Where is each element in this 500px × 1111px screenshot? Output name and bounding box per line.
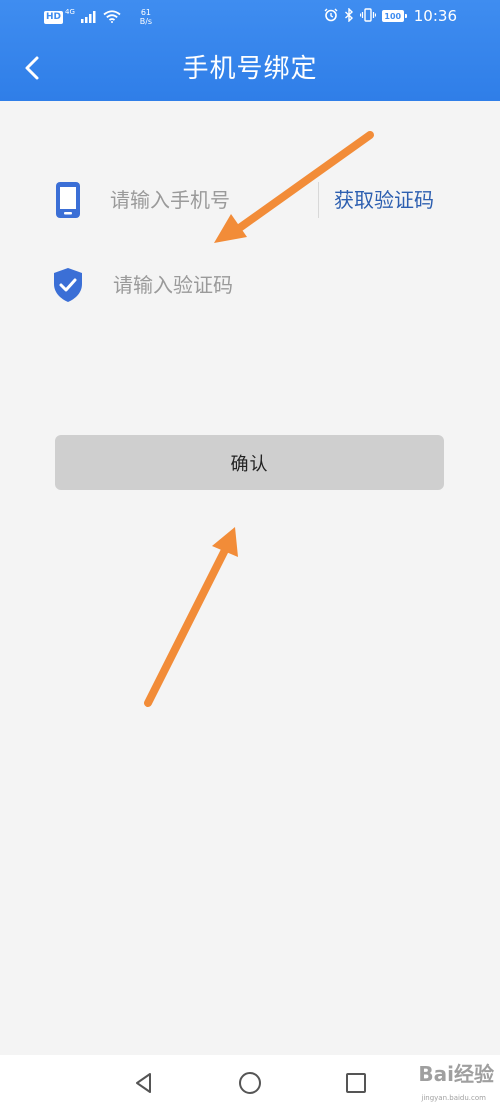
battery-icon: 100 bbox=[381, 10, 407, 22]
back-triangle-icon bbox=[136, 1073, 151, 1093]
status-left: HD 4G 61 B/s bbox=[44, 8, 157, 26]
annotation-arrows bbox=[144, 131, 374, 707]
signal-icon bbox=[80, 8, 97, 27]
network-type: 4G bbox=[65, 8, 75, 16]
field-divider bbox=[318, 182, 319, 218]
status-right: 100 10:36 bbox=[324, 6, 457, 26]
status-bar: HD 4G 61 B/s 100 10:36 bbox=[0, 0, 500, 34]
code-row bbox=[0, 255, 500, 315]
phone-icon bbox=[50, 178, 86, 222]
system-home-button[interactable] bbox=[230, 1063, 270, 1103]
watermark-logo-text: Bai经验 bbox=[418, 1062, 494, 1086]
get-code-button[interactable]: 获取验证码 bbox=[334, 178, 434, 222]
hd-badge: HD bbox=[44, 10, 64, 24]
shield-check-icon bbox=[50, 263, 86, 307]
status-time: 10:36 bbox=[413, 7, 457, 25]
code-input[interactable] bbox=[113, 263, 413, 307]
recent-square-icon bbox=[346, 1073, 366, 1093]
page-title: 手机号绑定 bbox=[182, 54, 318, 84]
wifi-icon bbox=[103, 8, 121, 27]
baidu-watermark: Bai经验 jingyan.baidu.com bbox=[418, 1058, 494, 1102]
phone-input[interactable] bbox=[110, 178, 305, 222]
system-back-button[interactable] bbox=[124, 1063, 164, 1103]
home-circle-icon bbox=[239, 1072, 261, 1094]
system-recent-button[interactable] bbox=[336, 1063, 376, 1103]
bluetooth-icon bbox=[344, 6, 354, 26]
arrow-to-confirm-button bbox=[144, 527, 238, 707]
vibrate-icon bbox=[359, 7, 376, 26]
confirm-button[interactable]: 确认 bbox=[55, 435, 444, 490]
network-speed: 61 B/s bbox=[135, 8, 157, 26]
speed-value: 61 bbox=[140, 8, 151, 17]
app-header: HD 4G 61 B/s 100 10:36 手机号绑定 bbox=[0, 0, 500, 101]
speed-unit: B/s bbox=[139, 17, 153, 26]
watermark-url: jingyan.baidu.com bbox=[421, 1094, 486, 1102]
alarm-icon bbox=[324, 7, 338, 26]
phone-row: 获取验证码 bbox=[0, 170, 500, 230]
